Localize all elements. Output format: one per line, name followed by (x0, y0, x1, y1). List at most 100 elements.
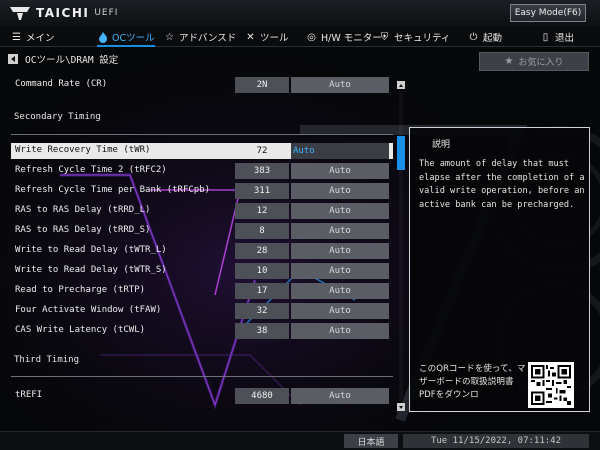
setting-label: Write to Read Delay (tWTR_L) (15, 245, 167, 255)
setting-label: Command Rate (CR) (15, 79, 108, 89)
easy-mode-button[interactable]: Easy Mode(F6) (510, 4, 586, 22)
brand-sub: UEFI (94, 8, 119, 18)
setting-label: Read to Precharge (tRTP) (15, 285, 146, 295)
scroll-down-arrow-icon[interactable] (397, 403, 405, 411)
section-divider (11, 376, 393, 377)
setting-row-trrd-l[interactable]: RAS to RAS Delay (tRRD_L) 12 Auto (11, 203, 393, 219)
setting-option-dropdown[interactable]: Auto (291, 263, 389, 279)
section-heading-third: Third Timing (14, 355, 80, 365)
brand-logo: TAICHI UEFI (9, 5, 118, 21)
setting-value: 8 (235, 223, 289, 239)
flame-icon (97, 31, 108, 43)
setting-row-trfc2[interactable]: Refresh Cycle Time 2 (tRFC2) 383 Auto (11, 163, 393, 179)
menu-boot-label: 起動 (483, 33, 503, 44)
setting-value: 311 (235, 183, 289, 199)
setting-value: 383 (235, 163, 289, 179)
menu-exit[interactable]: ▯ 退出 (540, 27, 574, 47)
main-menu: ☰ メイン OCツール ☆ アドバンスド ✕ ツール ◎ H/W モニター ⛨ … (0, 27, 600, 47)
section-divider (11, 134, 393, 135)
setting-row-twtr-l[interactable]: Write to Read Delay (tWTR_L) 28 Auto (11, 243, 393, 259)
menu-exit-label: 退出 (555, 33, 575, 44)
menu-advanced-label: アドバンスド (179, 33, 237, 44)
setting-label: Refresh Cycle Time 2 (tRFC2) (15, 165, 167, 175)
setting-label: Write to Read Delay (tWTR_S) (15, 265, 167, 275)
setting-row-twtr-s[interactable]: Write to Read Delay (tWTR_S) 10 Auto (11, 263, 393, 279)
menu-hw-monitor[interactable]: ◎ H/W モニター (306, 27, 382, 47)
setting-value: 72 (256, 146, 268, 156)
top-bar: TAICHI UEFI Easy Mode(F6) (0, 0, 600, 27)
setting-value: 10 (235, 263, 289, 279)
setting-row-tcwl[interactable]: CAS Write Latency (tCWL) 38 Auto (11, 323, 393, 339)
setting-option-dropdown[interactable]: Auto (291, 77, 389, 93)
monitor-icon: ◎ (307, 31, 316, 43)
setting-value: 28 (235, 243, 289, 259)
setting-option-dropdown[interactable]: Auto (291, 243, 389, 259)
description-text: The amount of delay that must elapse aft… (419, 159, 585, 210)
setting-option-dropdown[interactable]: Auto (291, 388, 389, 404)
scrollbar-thumb[interactable] (397, 136, 405, 170)
setting-row-twr[interactable]: Write Recovery Time (tWR) 72 Auto (11, 143, 393, 159)
qr-caption: このQRコードを使って、マザーボードの取扱説明書PDFをダウンロ (419, 364, 526, 400)
setting-option-dropdown[interactable]: Auto (291, 143, 389, 159)
setting-option-dropdown[interactable]: Auto (291, 223, 389, 239)
setting-option-dropdown[interactable]: Auto (291, 183, 389, 199)
description-panel: 説明 The amount of delay that must elapse … (409, 127, 590, 412)
section-heading-secondary: Secondary Timing (14, 112, 101, 122)
setting-label: RAS to RAS Delay (tRRD_S) (15, 225, 151, 235)
setting-option-dropdown[interactable]: Auto (291, 303, 389, 319)
setting-option-dropdown[interactable]: Auto (291, 163, 389, 179)
menu-main-label: メイン (26, 33, 55, 44)
star-icon: ★ (504, 56, 514, 67)
setting-value: 32 (235, 303, 289, 319)
setting-label: Write Recovery Time (tWR) (15, 145, 151, 155)
menu-hw-monitor-label: H/W モニター (321, 33, 382, 44)
taichi-logo-icon (10, 7, 30, 20)
menu-advanced[interactable]: ☆ アドバンスド (164, 27, 236, 47)
menu-oc-tools-label: OCツール (112, 33, 155, 44)
setting-row-trtp[interactable]: Read to Precharge (tRTP) 17 Auto (11, 283, 393, 299)
date-time-display: Tue 11/15/2022, 07:11:42 (403, 434, 589, 448)
setting-label: Four Activate Window (tFAW) (15, 305, 162, 315)
exit-icon: ▯ (542, 31, 549, 43)
setting-row-trfcpb[interactable]: Refresh Cycle Time per Bank (tRFCpb) 311… (11, 183, 393, 199)
back-arrow-icon[interactable] (8, 54, 18, 64)
status-bar: 日本語 Tue 11/15/2022, 07:11:42 (0, 431, 600, 450)
setting-label: Refresh Cycle Time per Bank (tRFCpb) (15, 185, 211, 195)
menu-oc-tools[interactable]: OCツール (97, 27, 155, 47)
setting-option-dropdown[interactable]: Auto (291, 323, 389, 339)
language-button[interactable]: 日本語 (344, 434, 398, 448)
breadcrumb-path: OCツール\DRAM 設定 (25, 55, 119, 66)
favorite-label: お気に入り (518, 58, 564, 68)
setting-value: 2N (235, 77, 289, 93)
setting-label: RAS to RAS Delay (tRRD_L) (15, 205, 151, 215)
power-icon: ⏻ (469, 31, 478, 43)
setting-row-trefi[interactable]: tREFI 4680 Auto (11, 388, 393, 404)
menu-boot[interactable]: ⏻ 起動 (468, 27, 502, 47)
setting-value: 4680 (235, 388, 289, 404)
setting-row-tfaw[interactable]: Four Activate Window (tFAW) 32 Auto (11, 303, 393, 319)
breadcrumb: OCツール\DRAM 設定 (8, 52, 118, 66)
setting-row-trrd-s[interactable]: RAS to RAS Delay (tRRD_S) 8 Auto (11, 223, 393, 239)
setting-label: tREFI (15, 390, 43, 400)
scroll-up-arrow-icon[interactable] (397, 81, 405, 89)
menu-tools[interactable]: ✕ ツール (245, 27, 289, 47)
menu-tools-label: ツール (260, 33, 289, 44)
shield-icon: ⛨ (380, 31, 389, 43)
setting-value: 38 (235, 323, 289, 339)
favorite-button[interactable]: ★ お気に入り (479, 52, 589, 71)
menu-main[interactable]: ☰ メイン (11, 27, 55, 47)
list-icon: ☰ (12, 31, 21, 43)
brand-name: TAICHI (36, 6, 90, 20)
setting-value: 12 (235, 203, 289, 219)
wrench-icon: ✕ (246, 31, 255, 43)
qr-code-icon (528, 362, 574, 408)
setting-option-dropdown[interactable]: Auto (291, 283, 389, 299)
menu-security[interactable]: ⛨ セキュリティ (379, 27, 451, 47)
description-title: 説明 (432, 140, 451, 150)
setting-value: 17 (235, 283, 289, 299)
setting-row-command-rate[interactable]: Command Rate (CR) 2N Auto (11, 77, 393, 93)
star-icon: ☆ (165, 31, 174, 43)
setting-option-dropdown[interactable]: Auto (291, 203, 389, 219)
setting-label: CAS Write Latency (tCWL) (15, 325, 146, 335)
menu-security-label: セキュリティ (394, 33, 451, 44)
